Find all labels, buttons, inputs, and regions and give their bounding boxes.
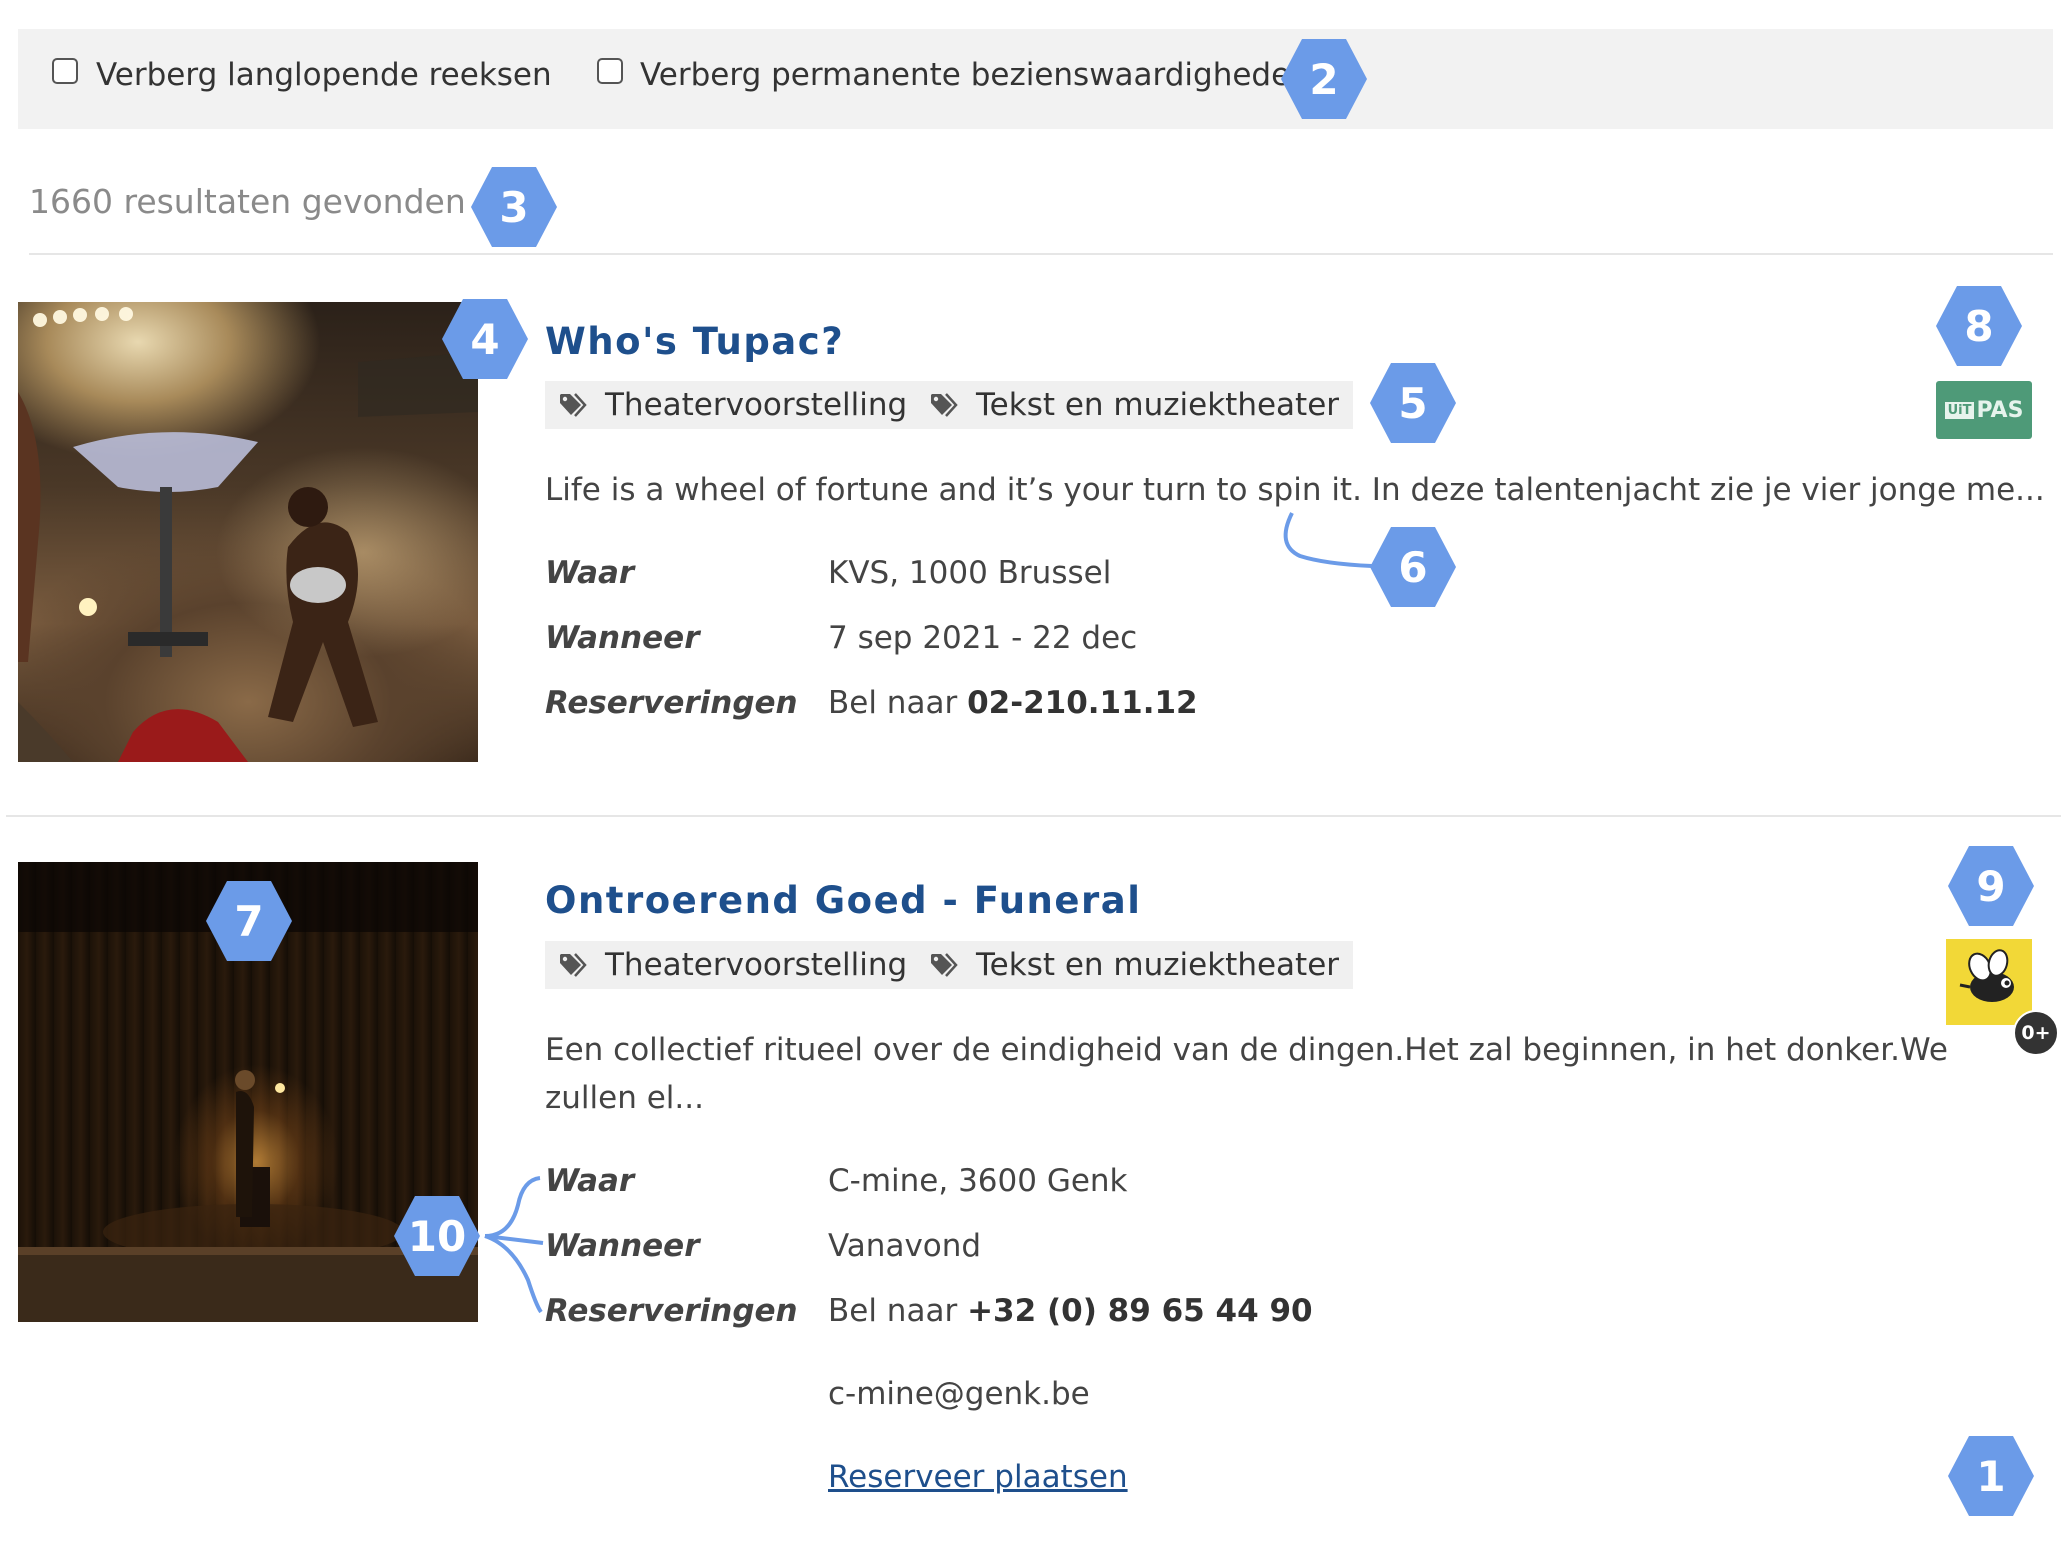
callout-10: 10 <box>393 1195 481 1277</box>
callout-4: 4 <box>441 298 529 380</box>
callout-8: 8 <box>1935 285 2023 367</box>
callout-1: 1 <box>1947 1435 2035 1517</box>
callout-2: 2 <box>1280 38 1368 120</box>
callout-6: 6 <box>1369 526 1457 608</box>
callout-connectors <box>484 512 1373 1314</box>
callout-9: 9 <box>1947 845 2035 927</box>
callout-3: 3 <box>470 166 558 248</box>
callout-5: 5 <box>1369 362 1457 444</box>
callout-7: 7 <box>205 880 293 962</box>
